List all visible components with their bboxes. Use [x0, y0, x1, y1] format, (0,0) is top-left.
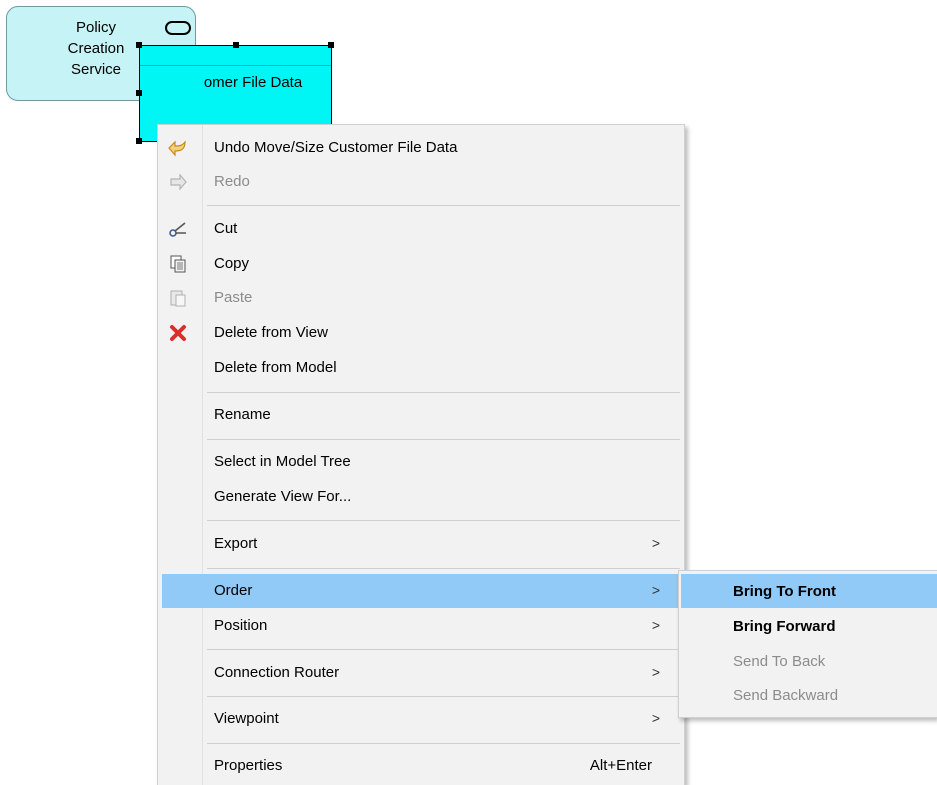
menu-separator — [207, 439, 680, 440]
menu-item-position[interactable]: Position > — [162, 609, 680, 643]
submenu-item-send-to-back[interactable]: Send To Back — [681, 644, 937, 678]
menu-separator — [207, 392, 680, 393]
menu-item-connection-router[interactable]: Connection Router > — [162, 656, 680, 690]
menu-item-copy[interactable]: Copy — [162, 247, 680, 281]
menu-separator — [207, 520, 680, 521]
resize-handle-w[interactable] — [136, 90, 142, 96]
paste-icon — [168, 288, 188, 308]
submenu-arrow-icon: > — [651, 582, 660, 598]
menu-separator — [207, 205, 680, 206]
resize-handle-nw[interactable] — [136, 42, 142, 48]
submenu-arrow-icon: > — [651, 664, 660, 680]
submenu-item-send-backward[interactable]: Send Backward — [681, 678, 937, 712]
menu-item-undo[interactable]: Undo Move/Size Customer File Data — [162, 131, 680, 165]
menu-item-cut[interactable]: Cut — [162, 212, 680, 246]
data-object-label: omer File Data — [203, 74, 303, 91]
menu-separator — [207, 743, 680, 744]
context-menu: Undo Move/Size Customer File Data Redo C… — [157, 124, 685, 785]
menu-item-generate-view[interactable]: Generate View For... — [162, 480, 680, 514]
menu-item-rename[interactable]: Rename — [162, 398, 680, 432]
properties-shortcut: Alt+Enter — [589, 757, 652, 774]
submenu-item-bring-forward[interactable]: Bring Forward — [681, 609, 937, 643]
data-object-header-line — [140, 65, 331, 66]
menu-item-viewpoint[interactable]: Viewpoint > — [162, 702, 680, 736]
menu-item-delete-from-view[interactable]: Delete from View — [162, 316, 680, 350]
menu-item-delete-from-model[interactable]: Delete from Model — [162, 351, 680, 385]
menu-item-properties[interactable]: Properties Alt+Enter — [162, 749, 680, 783]
scissors-icon — [168, 219, 188, 239]
menu-item-paste[interactable]: Paste — [162, 281, 680, 315]
redo-arrow-icon — [168, 172, 188, 192]
submenu-item-bring-to-front[interactable]: Bring To Front — [681, 574, 937, 608]
submenu-arrow-icon: > — [651, 617, 660, 633]
copy-icon — [168, 254, 188, 274]
delete-x-icon — [168, 323, 188, 343]
service-icon — [165, 21, 191, 35]
resize-handle-n[interactable] — [233, 42, 239, 48]
menu-separator — [207, 649, 680, 650]
menu-separator — [207, 696, 680, 697]
service-label: Policy Creation Service — [67, 19, 125, 78]
submenu-arrow-icon: > — [651, 710, 660, 726]
menu-item-select-in-model-tree[interactable]: Select in Model Tree — [162, 445, 680, 479]
undo-arrow-icon — [168, 138, 188, 158]
menu-item-redo[interactable]: Redo — [162, 165, 680, 199]
menu-item-order[interactable]: Order > — [162, 574, 680, 608]
resize-handle-ne[interactable] — [328, 42, 334, 48]
menu-separator — [207, 568, 680, 569]
order-submenu: Bring To Front Bring Forward Send To Bac… — [678, 570, 937, 718]
submenu-arrow-icon: > — [651, 535, 660, 551]
resize-handle-sw[interactable] — [136, 138, 142, 144]
menu-item-export[interactable]: Export > — [162, 527, 680, 561]
